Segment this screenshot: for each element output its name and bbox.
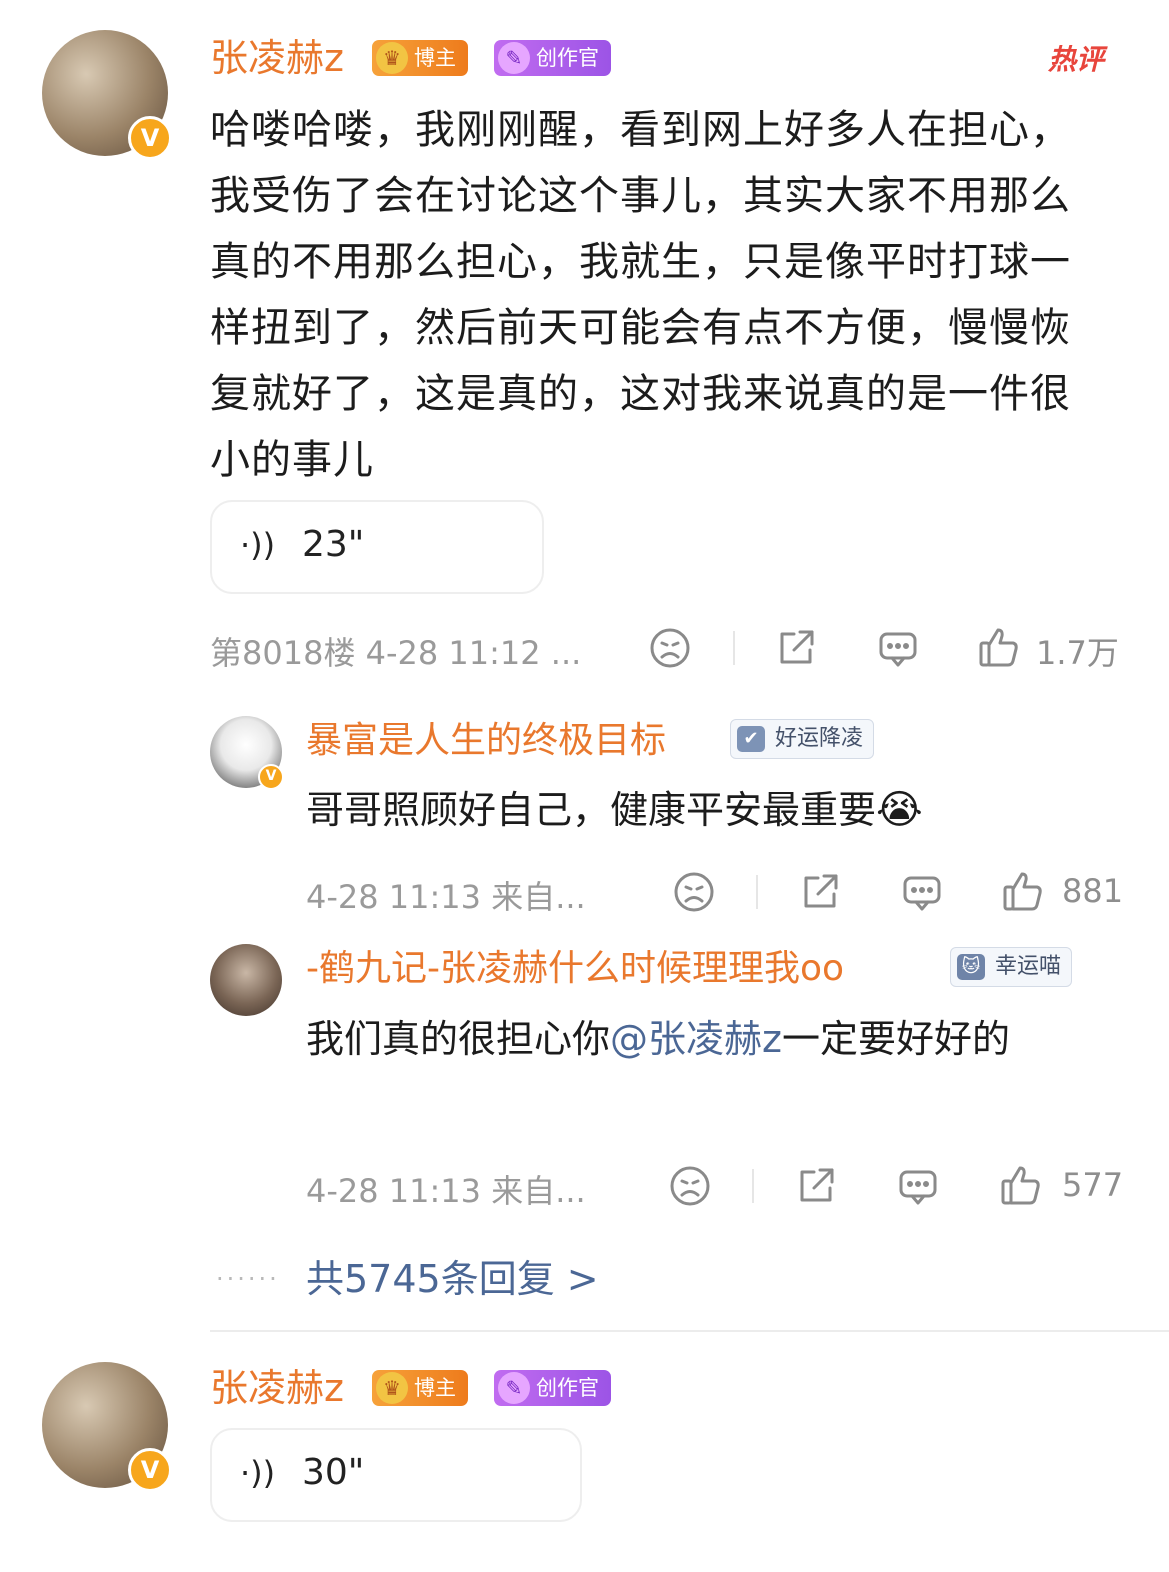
comment-meta: 第8018楼 4-28 11:12 ... bbox=[210, 634, 582, 672]
verified-v-icon: V bbox=[128, 1448, 172, 1492]
voice-message[interactable]: ·)) 23" bbox=[210, 500, 544, 594]
reply-text: 我们真的很担心你@张凌赫z一定要好好的 bbox=[306, 1017, 1010, 1061]
verified-v-icon: V bbox=[258, 764, 284, 790]
thumbs-up-icon[interactable] bbox=[1000, 868, 1046, 914]
reply-meta: 4-28 11:13 来自... bbox=[306, 1172, 586, 1210]
share-icon[interactable] bbox=[774, 626, 818, 670]
comment-icon[interactable] bbox=[876, 626, 920, 670]
divider bbox=[756, 875, 758, 909]
thumbs-up-icon[interactable] bbox=[976, 624, 1022, 670]
mention-link[interactable]: @张凌赫z bbox=[610, 1017, 782, 1061]
avatar-reply2[interactable] bbox=[210, 944, 282, 1016]
cat-icon: 🐱 bbox=[957, 954, 985, 980]
sad-face-icon[interactable] bbox=[668, 1164, 712, 1208]
reply-username[interactable]: 暴富是人生的终极目标 bbox=[306, 718, 666, 764]
fan-badge[interactable]: 🐱 幸运喵 bbox=[950, 947, 1073, 987]
hot-comment-badge: 热评 bbox=[1048, 43, 1105, 76]
share-icon[interactable] bbox=[794, 1164, 838, 1208]
reply-meta: 4-28 11:13 来自... bbox=[306, 878, 586, 916]
crown-icon: ♛ bbox=[376, 1372, 408, 1404]
sound-wave-icon: ·)) bbox=[240, 526, 276, 564]
crying-emoji: 😭 bbox=[876, 787, 923, 833]
sound-wave-icon: ·)) bbox=[240, 1454, 276, 1492]
badge-blogger[interactable]: ♛ 博主 bbox=[372, 40, 468, 76]
sad-face-icon[interactable] bbox=[672, 870, 716, 914]
divider bbox=[733, 631, 735, 665]
reply-text: 哥哥照顾好自己，健康平安最重要😭 bbox=[306, 787, 923, 833]
comment-text: 哈喽哈喽，我刚刚醒，看到网上好多人在担心，我受伤了会在讨论这个事儿，其实大家不用… bbox=[210, 107, 1071, 483]
comment-divider bbox=[210, 1330, 1169, 1332]
like-count: 1.7万 bbox=[1036, 634, 1119, 672]
check-badge-icon: ✔ bbox=[737, 726, 765, 752]
like-count: 577 bbox=[1062, 1166, 1124, 1204]
creator-icon: ✎ bbox=[498, 42, 530, 74]
share-icon[interactable] bbox=[798, 870, 842, 914]
voice-duration: 30" bbox=[302, 1452, 365, 1493]
voice-message[interactable]: ·)) 30" bbox=[210, 1428, 582, 1522]
badge-blogger[interactable]: ♛ 博主 bbox=[372, 1370, 468, 1406]
more-dots: ...... bbox=[216, 1258, 280, 1286]
voice-duration: 23" bbox=[302, 524, 365, 565]
comment-icon[interactable] bbox=[896, 1164, 940, 1208]
crown-icon: ♛ bbox=[376, 42, 408, 74]
view-all-replies-link[interactable]: 共5745条回复 > bbox=[306, 1248, 599, 1303]
divider bbox=[752, 1169, 754, 1203]
comment-username[interactable]: 张凌赫z bbox=[210, 1364, 344, 1412]
badge-creator[interactable]: ✎ 创作官 bbox=[494, 1370, 611, 1406]
thumbs-up-icon[interactable] bbox=[998, 1162, 1044, 1208]
comment-username[interactable]: 张凌赫z bbox=[210, 34, 344, 82]
like-count: 881 bbox=[1062, 872, 1124, 910]
creator-icon: ✎ bbox=[498, 1372, 530, 1404]
verified-v-icon: V bbox=[128, 116, 172, 160]
badge-creator[interactable]: ✎ 创作官 bbox=[494, 40, 611, 76]
fan-badge[interactable]: ✔ 好运降凌 bbox=[730, 719, 875, 759]
comment-icon[interactable] bbox=[900, 870, 944, 914]
sad-face-icon[interactable] bbox=[648, 626, 692, 670]
reply-username[interactable]: -鹤九记-张凌赫什么时候理理我oo bbox=[306, 946, 844, 992]
